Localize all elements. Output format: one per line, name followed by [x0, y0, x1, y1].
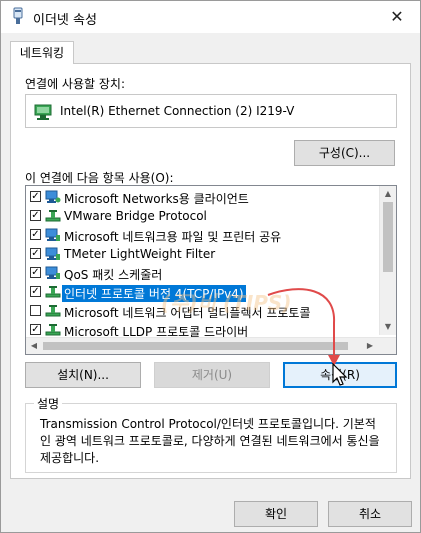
window-title: 이더넷 속성	[33, 13, 97, 28]
list-item-label: Microsoft 네트워크용 파일 및 프린터 공유	[64, 230, 282, 244]
list-item[interactable]: ✓ TMeter LightWeight Filter	[26, 245, 379, 264]
items-label: 이 연결에 다음 항목 사용(O):	[25, 171, 174, 185]
configure-button[interactable]: 구성(C)...	[294, 140, 395, 166]
device-label: 연결에 사용할 장치:	[25, 77, 125, 91]
network-protocol-icon	[45, 323, 61, 337]
network-adapter-icon	[34, 104, 52, 120]
ethernet-properties-dialog: 이더넷 속성 ✕ 네트워킹 연결에 사용할 장치: Intel(R) Ether…	[0, 0, 421, 533]
network-service-icon	[45, 247, 61, 261]
description-group: 설명 Transmission Control Protocol/인터넷 프로토…	[25, 395, 397, 473]
install-button[interactable]: 설치(N)...	[25, 362, 141, 388]
item-checkbox[interactable]: ✓	[30, 191, 41, 202]
item-checkbox[interactable]: ✓	[30, 267, 41, 278]
list-item-label: VMware Bridge Protocol	[64, 209, 207, 223]
scroll-right-icon[interactable]: ▶	[362, 338, 378, 354]
description-title: 설명	[34, 395, 63, 412]
tab-networking[interactable]: 네트워킹	[10, 41, 74, 64]
vertical-scroll-thumb[interactable]	[383, 202, 393, 272]
item-checkbox[interactable]: ✓	[30, 248, 41, 259]
item-checkbox[interactable]: ✓	[30, 210, 41, 221]
components-list[interactable]: ✓ Microsoft Networks용 클라이언트 ✓ VMware Bridge…	[25, 185, 397, 355]
horizontal-scroll-thumb[interactable]	[43, 342, 348, 350]
networking-panel: 연결에 사용할 장치: Intel(R) Ethernet Connection…	[10, 63, 411, 479]
device-field: Intel(R) Ethernet Connection (2) I219-V	[25, 94, 397, 128]
list-item[interactable]: ✓ Microsoft Networks용 클라이언트	[26, 188, 379, 207]
list-item[interactable]: ✓ VMware Bridge Protocol	[26, 207, 379, 226]
horizontal-scrollbar[interactable]: ◀ ▶	[26, 337, 396, 354]
network-service-icon	[45, 228, 61, 242]
item-checkbox[interactable]: ✓	[30, 229, 41, 240]
item-checkbox[interactable]: ✓	[30, 324, 41, 335]
network-protocol-icon	[45, 304, 61, 318]
network-service-icon	[45, 266, 61, 280]
scroll-up-icon[interactable]: ▲	[380, 186, 396, 202]
close-button[interactable]: ✕	[378, 1, 416, 31]
mouse-pointer-icon	[332, 363, 348, 386]
list-item[interactable]: ✓ Microsoft 네트워크용 파일 및 프린터 공유	[26, 226, 379, 245]
description-text: Transmission Control Protocol/인터넷 프로토콜입니…	[40, 417, 380, 465]
device-name: Intel(R) Ethernet Connection (2) I219-V	[60, 104, 295, 118]
network-protocol-icon	[45, 285, 61, 299]
list-item-label: QoS 패킷 스케줄러	[64, 268, 163, 282]
network-adapter-icon	[13, 7, 23, 24]
list-item-label: Microsoft Networks용 클라이언트	[64, 192, 249, 206]
dialog-body: 네트워킹 연결에 사용할 장치: Intel(R) Ethernet Conne…	[1, 33, 420, 532]
item-checkbox[interactable]	[30, 305, 41, 316]
scroll-down-icon[interactable]: ▼	[380, 319, 396, 335]
watermark: (주)비 (TIPS)	[161, 291, 292, 315]
network-protocol-icon	[45, 209, 61, 223]
list-item-label: TMeter LightWeight Filter	[64, 247, 216, 261]
network-client-icon	[45, 190, 61, 204]
scroll-left-icon[interactable]: ◀	[26, 338, 42, 354]
item-checkbox[interactable]: ✓	[30, 286, 41, 297]
uninstall-button[interactable]: 제거(U)	[154, 362, 270, 388]
list-item[interactable]: ✓ QoS 패킷 스케줄러	[26, 264, 379, 283]
close-icon: ✕	[390, 6, 404, 26]
cancel-button[interactable]: 취소	[328, 501, 412, 527]
title-bar: 이더넷 속성 ✕	[1, 1, 420, 33]
vertical-scrollbar[interactable]: ▲ ▼	[379, 186, 396, 335]
ok-button[interactable]: 확인	[234, 501, 318, 527]
